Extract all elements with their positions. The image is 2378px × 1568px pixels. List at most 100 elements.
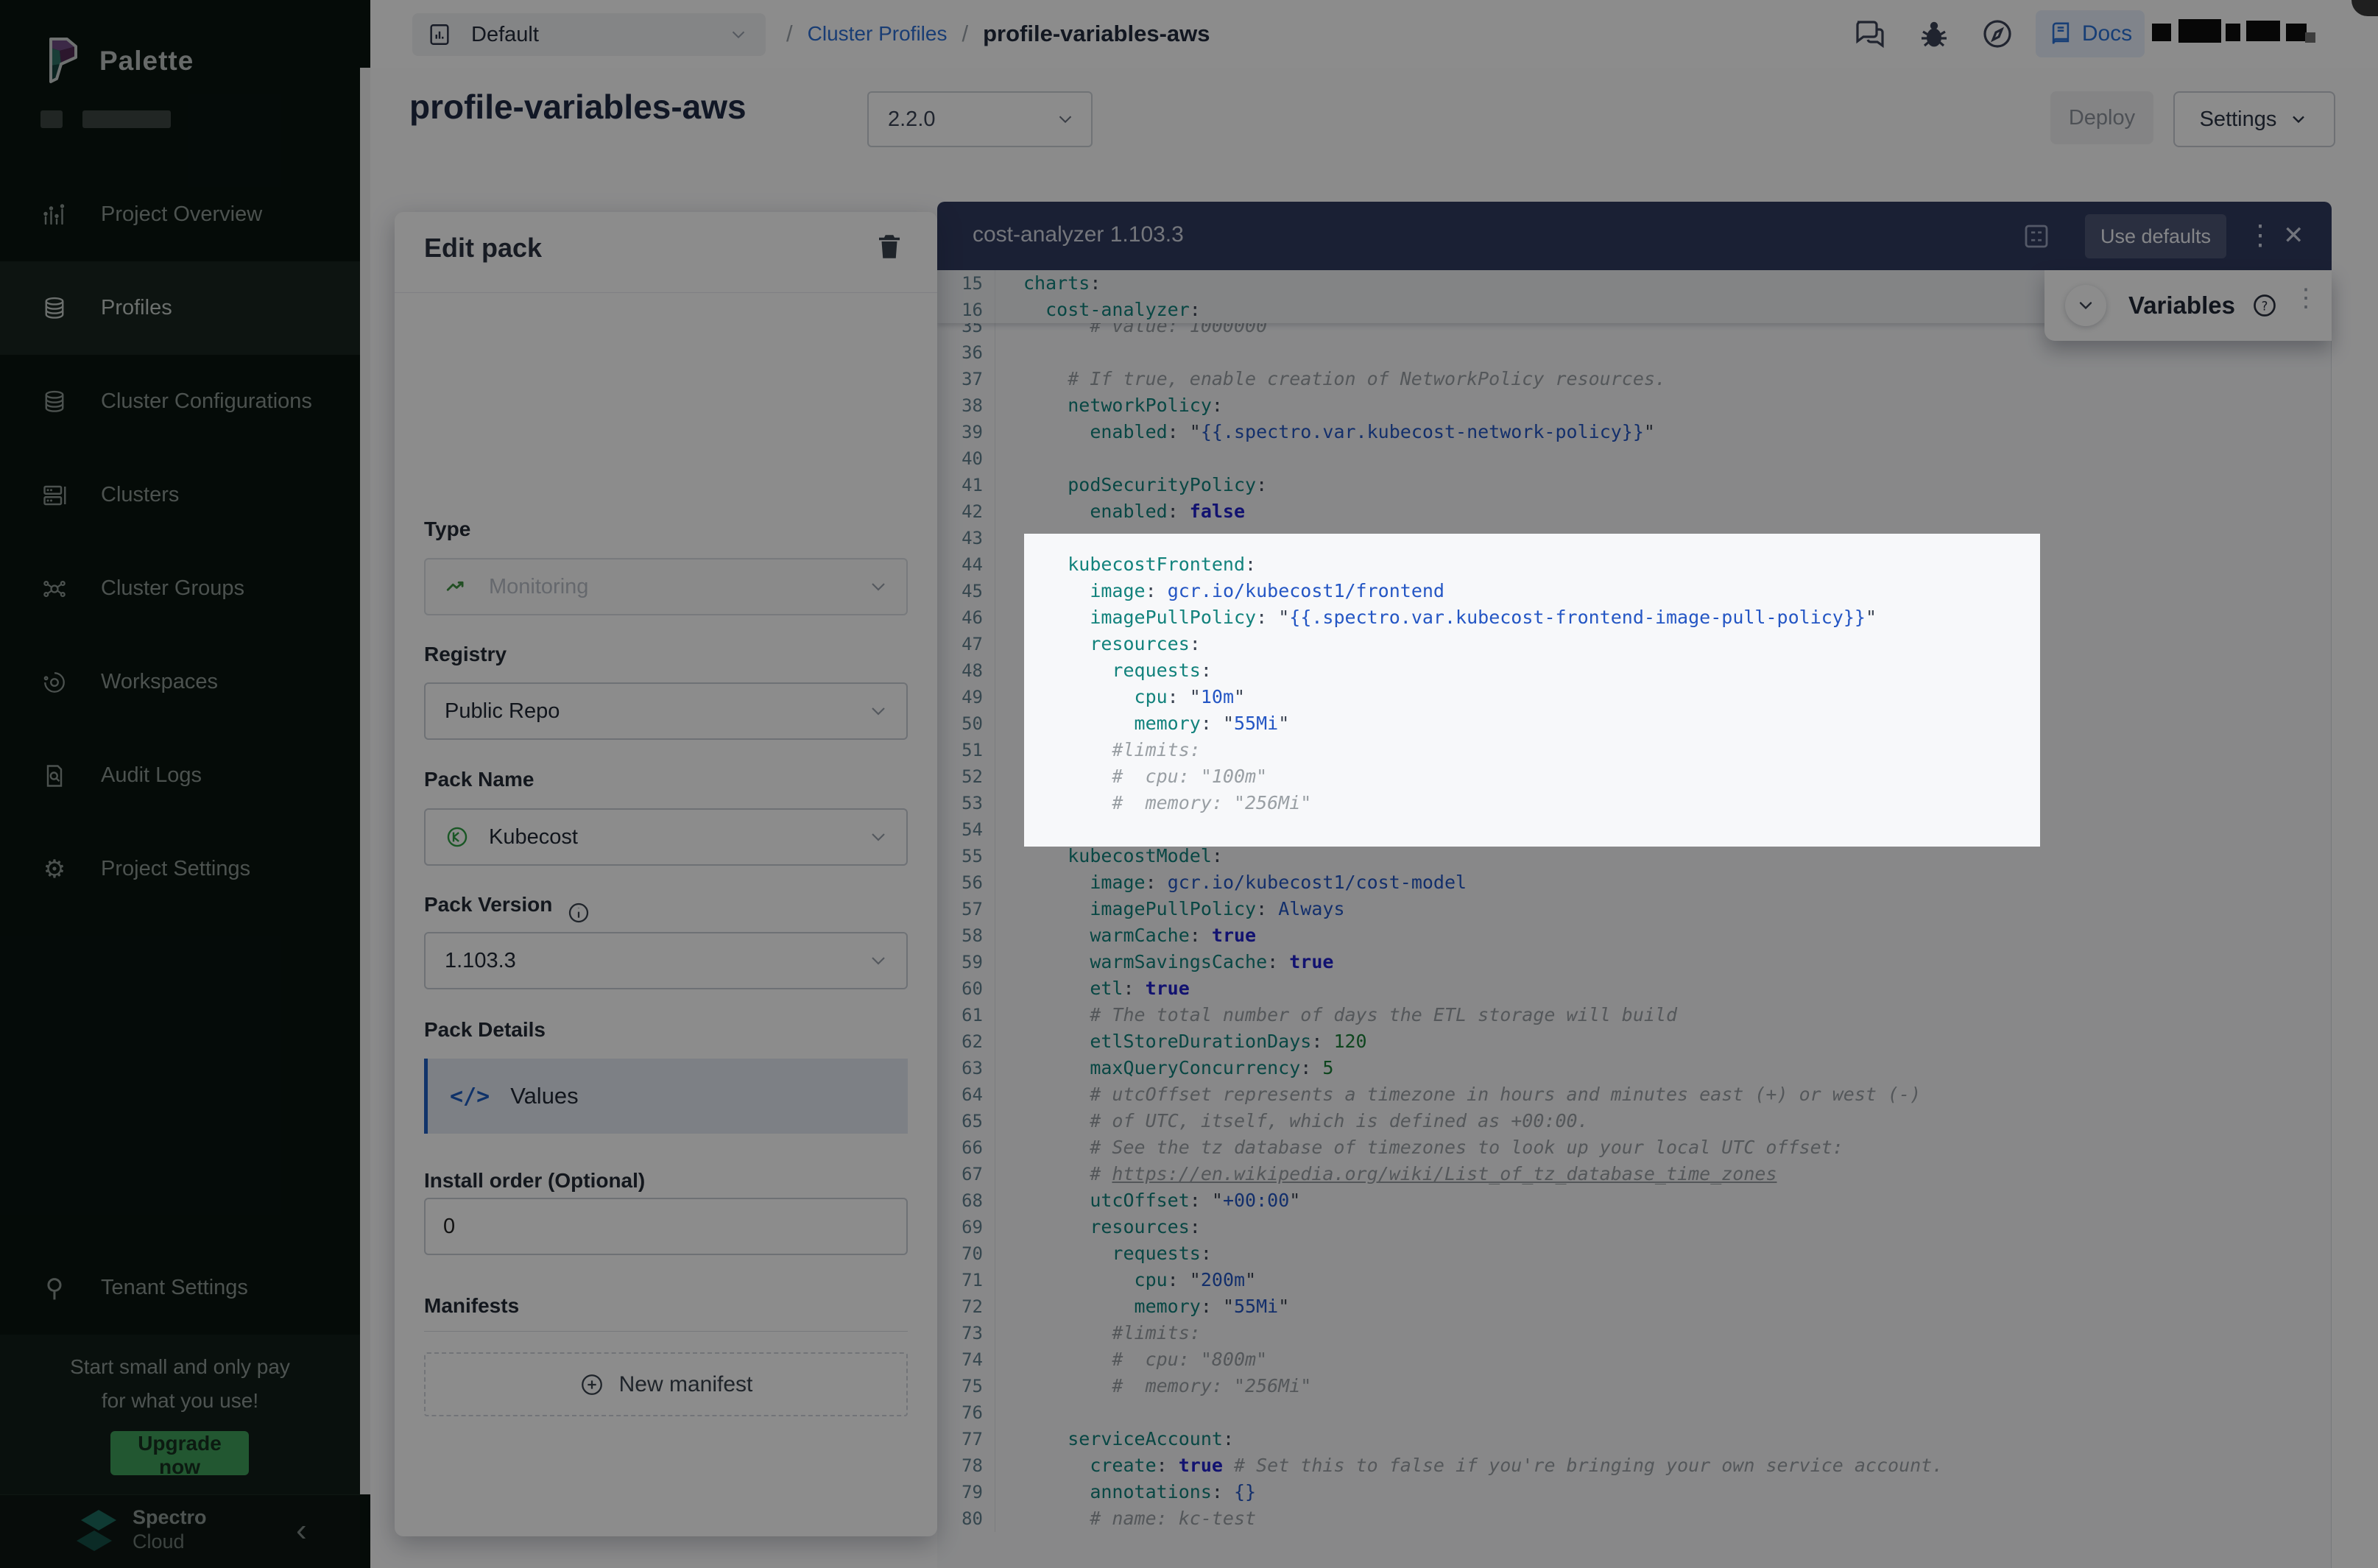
line-number: 48	[937, 657, 995, 684]
info-icon[interactable]	[567, 901, 590, 925]
editor-close-icon[interactable]: ✕	[2283, 215, 2304, 256]
help-circle-icon[interactable]: ?	[2251, 292, 2278, 319]
variables-expand-button[interactable]	[2065, 285, 2106, 326]
code-line-64[interactable]: 64 # utcOffset represents a timezone in …	[937, 1081, 2331, 1108]
code-line-78[interactable]: 78 create: true # Set this to false if y…	[937, 1452, 2331, 1479]
sidebar-item-clusters[interactable]: Clusters	[0, 448, 360, 542]
sidebar-item-cluster-configurations[interactable]: Cluster Configurations	[0, 355, 360, 448]
code-line-49[interactable]: 49 cpu: "10m"	[937, 684, 2331, 710]
settings-button[interactable]: Settings	[2173, 91, 2335, 147]
sidebar-item-workspaces[interactable]: Workspaces	[0, 635, 360, 729]
editor-body[interactable]: 15charts:16 cost-analyzer: 35 # value: 1…	[937, 270, 2332, 1568]
bug-report-icon[interactable]	[1916, 16, 1952, 52]
code-line-51[interactable]: 51 #limits:	[937, 737, 2331, 763]
page-scrollbar[interactable]	[360, 68, 370, 1494]
chevron-down-icon	[2288, 109, 2309, 130]
sidebar-item-tenant-settings[interactable]: ⚲ Tenant Settings	[0, 1241, 360, 1335]
line-number: 46	[937, 604, 995, 631]
new-manifest-button[interactable]: New manifest	[424, 1352, 908, 1416]
deploy-button[interactable]: Deploy	[2050, 91, 2153, 144]
redacted-mark	[2305, 32, 2315, 43]
code-line-72[interactable]: 72 memory: "55Mi"	[937, 1293, 2331, 1320]
code-line-41[interactable]: 41 podSecurityPolicy:	[937, 472, 2331, 498]
project-scope-select[interactable]: Default	[412, 13, 766, 56]
code-line-44[interactable]: 44 kubecostFrontend:	[937, 551, 2331, 578]
code-line-38[interactable]: 38 networkPolicy:	[937, 392, 2331, 419]
code-line-37[interactable]: 37 # If true, enable creation of Network…	[937, 366, 2331, 392]
code-line-70[interactable]: 70 requests:	[937, 1240, 2331, 1267]
drawer-title: Edit pack	[424, 233, 542, 264]
code-line-53[interactable]: 53 # memory: "256Mi"	[937, 790, 2331, 816]
pack-version-select[interactable]: 1.103.3	[424, 932, 908, 989]
code-line-77[interactable]: 77 serviceAccount:	[937, 1426, 2331, 1452]
sidebar-item-profiles[interactable]: Profiles	[0, 261, 360, 355]
code-line-39[interactable]: 39 enabled: "{{.spectro.var.kubecost-net…	[937, 419, 2331, 445]
code-line-71[interactable]: 71 cpu: "200m"	[937, 1267, 2331, 1293]
code-line-66[interactable]: 66 # See the tz database of timezones to…	[937, 1134, 2331, 1161]
code-line-43[interactable]: 43	[937, 525, 2331, 551]
line-number: 68	[937, 1187, 995, 1214]
feedback-chat-icon[interactable]	[1852, 16, 1887, 52]
sidebar-item-audit-logs[interactable]: Audit Logs	[0, 729, 360, 822]
code-line-69[interactable]: 69 resources:	[937, 1214, 2331, 1240]
editor-code-lines: 35 # value: 10000003637 # If true, enabl…	[937, 313, 2331, 1532]
brand-footer: Spectro Cloud ‹	[0, 1494, 370, 1568]
code-line-61[interactable]: 61 # The total number of days the ETL st…	[937, 1002, 2331, 1028]
manifests-label: Manifests	[424, 1294, 519, 1318]
code-line-68[interactable]: 68 utcOffset: "+00:00"	[937, 1187, 2331, 1214]
trash-icon[interactable]	[874, 231, 905, 262]
chevron-down-icon	[727, 24, 749, 46]
code-line-62[interactable]: 62 etlStoreDurationDays: 120	[937, 1028, 2331, 1055]
code-line-59[interactable]: 59 warmSavingsCache: true	[937, 949, 2331, 975]
code-line-73[interactable]: 73 #limits:	[937, 1320, 2331, 1346]
breadcrumb-cluster-profiles-link[interactable]: Cluster Profiles	[808, 22, 948, 46]
docs-button[interactable]: Docs	[2036, 10, 2145, 57]
code-line-56[interactable]: 56 image: gcr.io/kubecost1/cost-model	[937, 869, 2331, 896]
variables-menu-icon[interactable]: ⋮	[2293, 283, 2318, 313]
book-icon	[2048, 21, 2073, 46]
code-line-50[interactable]: 50 memory: "55Mi"	[937, 710, 2331, 737]
sidebar: Palette Project Overview Profiles Cluste…	[0, 0, 360, 1568]
code-line-75[interactable]: 75 # memory: "256Mi"	[937, 1373, 2331, 1399]
pack-details-values-tab[interactable]: </> Values	[424, 1059, 908, 1134]
sidebar-item-project-settings[interactable]: ⚙ Project Settings	[0, 822, 360, 916]
code-line-54[interactable]: 54	[937, 816, 2331, 843]
code-line-65[interactable]: 65 # of UTC, itself, which is defined as…	[937, 1108, 2331, 1134]
upgrade-now-button[interactable]: Upgrade now	[110, 1431, 249, 1475]
code-icon: </>	[450, 1084, 490, 1109]
code-line-74[interactable]: 74 # cpu: "800m"	[937, 1346, 2331, 1373]
code-line-79[interactable]: 79 annotations: {}	[937, 1479, 2331, 1505]
code-line-67[interactable]: 67 # https://en.wikipedia.org/wiki/List_…	[937, 1161, 2331, 1187]
code-line-80[interactable]: 80 # name: kc-test	[937, 1505, 2331, 1532]
sidebar-item-project-overview[interactable]: Project Overview	[0, 168, 360, 261]
chevron-down-icon	[2075, 295, 2096, 316]
code-line-42[interactable]: 42 enabled: false	[937, 498, 2331, 525]
code-line-47[interactable]: 47 resources:	[937, 631, 2331, 657]
registry-select[interactable]: Public Repo	[424, 682, 908, 740]
code-line-58[interactable]: 58 warmCache: true	[937, 922, 2331, 949]
code-line-40[interactable]: 40	[937, 445, 2331, 472]
palette-logo[interactable]: Palette	[42, 31, 336, 91]
code-line-45[interactable]: 45 image: gcr.io/kubecost1/frontend	[937, 578, 2331, 604]
code-line-60[interactable]: 60 etl: true	[937, 975, 2331, 1002]
code-line-63[interactable]: 63 maxQueryConcurrency: 5	[937, 1055, 2331, 1081]
code-line-52[interactable]: 52 # cpu: "100m"	[937, 763, 2331, 790]
pack-name-select[interactable]: Kubecost	[424, 808, 908, 866]
help-compass-icon[interactable]	[1980, 16, 2015, 52]
editor-menu-icon[interactable]: ⋮	[2246, 215, 2274, 256]
install-order-input[interactable]	[424, 1198, 908, 1255]
sidebar-collapse-icon[interactable]: ‹	[296, 1513, 307, 1548]
code-line-48[interactable]: 48 requests:	[937, 657, 2331, 684]
redacted-username[interactable]	[2152, 18, 2307, 47]
code-line-57[interactable]: 57 imagePullPolicy: Always	[937, 896, 2331, 922]
code-line-36[interactable]: 36	[937, 339, 2331, 366]
tools-icon: ⚲	[40, 1274, 68, 1302]
code-line-76[interactable]: 76	[937, 1399, 2331, 1426]
sidebar-item-cluster-groups[interactable]: Cluster Groups	[0, 542, 360, 635]
use-defaults-button[interactable]: Use defaults	[2085, 214, 2226, 258]
code-line-55[interactable]: 55 kubecostModel:	[937, 843, 2331, 869]
version-select[interactable]: 2.2.0	[867, 91, 1093, 147]
code-line-46[interactable]: 46 imagePullPolicy: "{{.spectro.var.kube…	[937, 604, 2331, 631]
diff-view-icon[interactable]	[2021, 221, 2052, 252]
line-number: 49	[937, 684, 995, 710]
